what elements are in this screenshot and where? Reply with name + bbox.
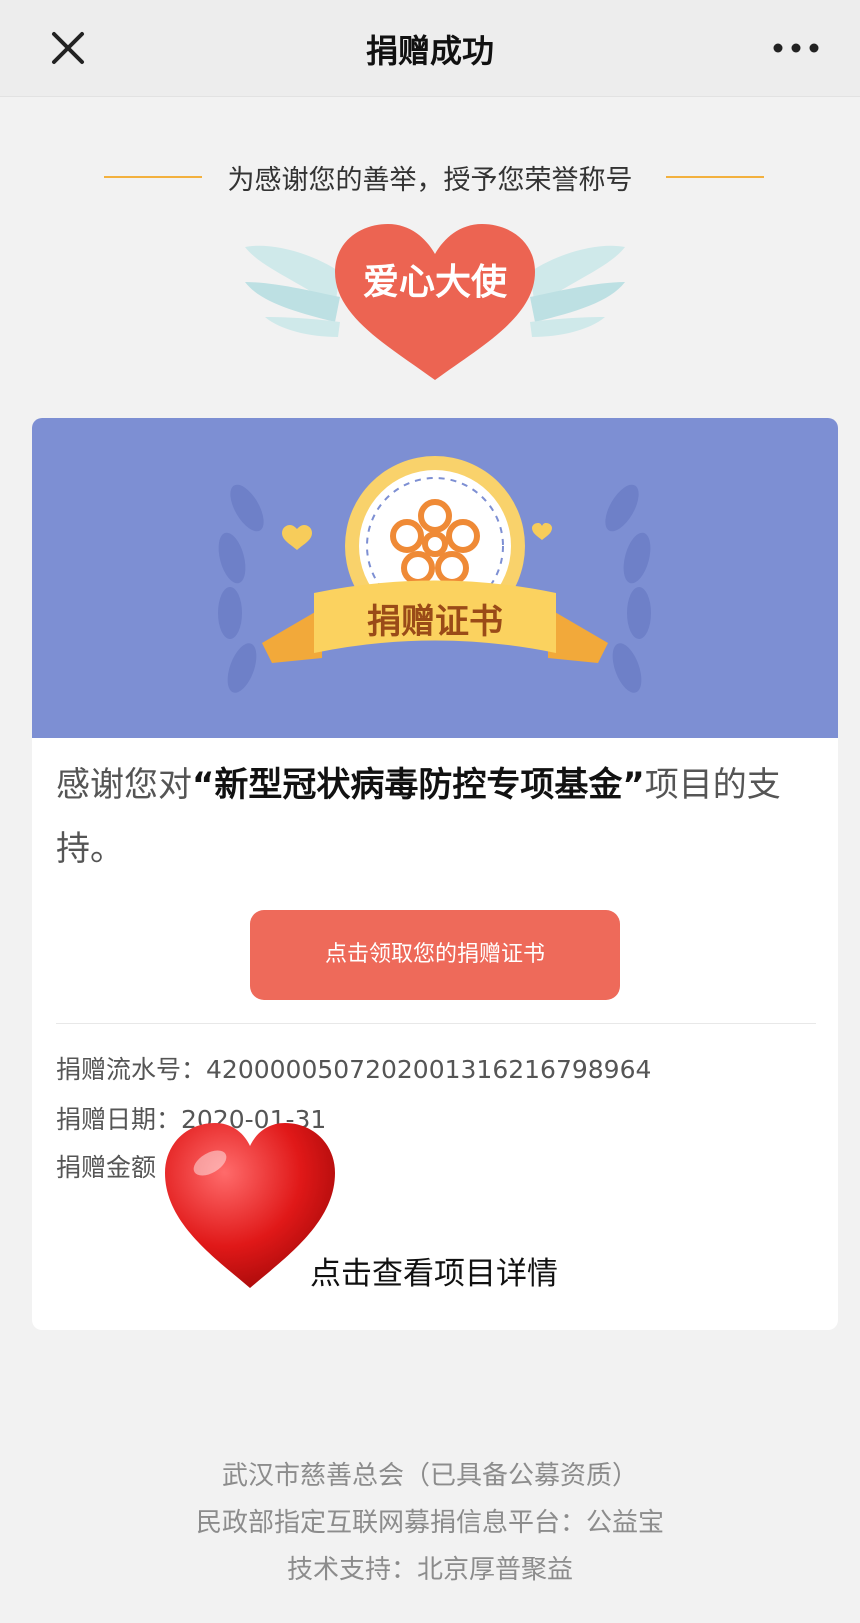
certificate-ribbon-text: 捐赠证书 [367,602,503,642]
view-project-detail-link[interactable]: 点击查看项目详情 [310,1248,558,1293]
project-name: “新型冠状病毒防控专项基金” [192,765,645,805]
divider [56,1023,816,1024]
footer-line-2: 民政部指定互联网募捐信息平台：公益宝 [195,1508,664,1538]
serial-row: 捐赠流水号：4200000507202001316216798964 [56,1050,651,1086]
small-heart-icon [282,525,312,550]
honor-divider-right [666,176,764,178]
certificate-card: 捐赠证书 感谢您对“新型冠状病毒防控专项基金”项目的支持。 点击领取您的捐赠证书… [32,418,838,1330]
amount-row: 捐赠金额 [56,1148,156,1184]
small-heart-icon [532,523,552,540]
serial-value: 4200000507202001316216798964 [206,1055,652,1084]
thanks-message: 感谢您对“新型冠状病毒防控专项基金”项目的支持。 [56,753,816,881]
claim-certificate-button[interactable]: 点击领取您的捐赠证书 [250,910,620,1000]
amount-label: 捐赠金额 [56,1153,157,1182]
page-title: 捐赠成功 [365,32,494,70]
footer-line-3: 技术支持：北京厚普聚益 [286,1555,573,1585]
wing-right-icon [530,245,625,337]
more-icon[interactable] [768,28,824,68]
footer-line-1: 武汉市慈善总会（已具备公募资质） [221,1461,638,1491]
nav-bar: 捐赠成功 [0,0,860,97]
thanks-prefix: 感谢您对 [56,765,192,805]
love-ambassador-badge: 爱心大使 [245,224,625,380]
badge-text: 爱心大使 [363,262,508,303]
certificate-banner: 捐赠证书 [32,418,838,738]
ribbon-icon [262,608,322,663]
wing-left-icon [245,245,340,337]
serial-label: 捐赠流水号： [56,1055,207,1084]
